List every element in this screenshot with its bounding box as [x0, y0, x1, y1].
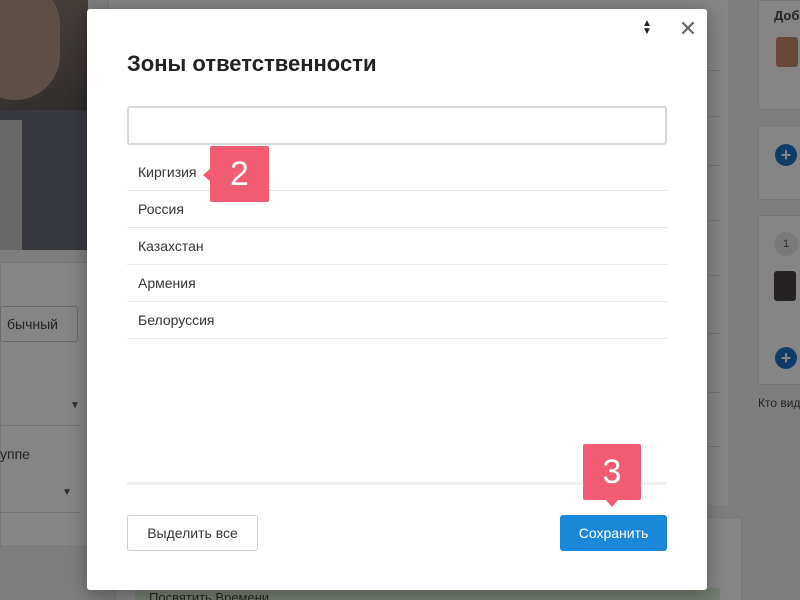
close-icon[interactable]: ✕ [677, 18, 699, 40]
step-3-callout: 3 [583, 444, 641, 507]
search-input[interactable] [127, 106, 667, 145]
save-button[interactable]: Сохранить [560, 515, 667, 551]
select-all-button[interactable]: Выделить все [127, 515, 258, 551]
list-item-russia[interactable]: Россия [127, 191, 667, 228]
step-2-callout: 2 [203, 146, 269, 202]
list-item-belarus[interactable]: Белоруссия [127, 302, 667, 339]
zones-list: Киргизия Россия Казахстан Армения Белору… [127, 154, 667, 339]
sort-icon[interactable]: ▲ ▼ [639, 19, 655, 40]
modal-title: Зоны ответственности [127, 51, 377, 76]
list-item-armenia[interactable]: Армения [127, 265, 667, 302]
list-item-kazakhstan[interactable]: Казахстан [127, 228, 667, 265]
